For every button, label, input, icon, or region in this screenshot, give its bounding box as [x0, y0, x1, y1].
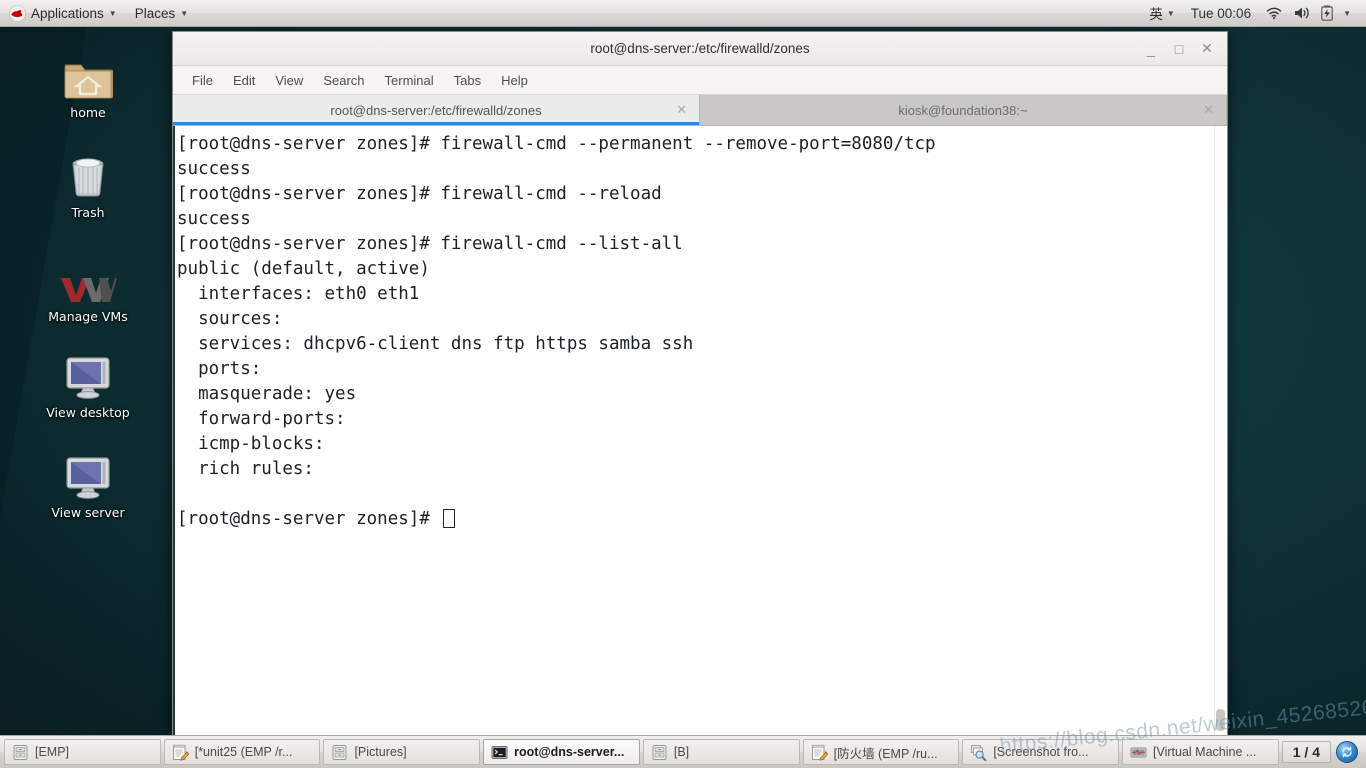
menu-help[interactable]: Help	[492, 70, 537, 91]
screenshot-icon	[970, 744, 987, 761]
chevron-down-icon[interactable]: ▼	[1340, 10, 1358, 18]
taskbar-item-virtual-machine[interactable]: [Virtual Machine ...	[1122, 739, 1279, 765]
places-menu-label: Places	[134, 5, 176, 21]
desktop-icon-manage-vms[interactable]: Manage VMs	[28, 252, 148, 324]
taskbar-item-unit25[interactable]: [*unit25 (EMP /r...	[163, 739, 321, 765]
desktop-icon-label: Manage VMs	[48, 309, 128, 324]
monitor-icon	[28, 448, 148, 500]
desktop-icon-view-server[interactable]: View server	[28, 448, 148, 520]
taskbar-item-emp[interactable]: [EMP]	[4, 739, 161, 765]
desktop-icon-trash[interactable]: Trash	[28, 148, 148, 220]
workspace-area: 1 / 4	[1281, 741, 1362, 763]
terminal-scrollbar[interactable]	[1214, 126, 1227, 735]
terminal-scrollbar-thumb[interactable]	[1216, 709, 1225, 731]
monitor-icon	[28, 348, 148, 400]
window-title: root@dns-server:/etc/firewalld/zones	[590, 41, 810, 56]
workspace-switcher-icon[interactable]	[1336, 741, 1358, 763]
window-controls: _ □ ✕	[1137, 32, 1227, 66]
redhat-menu-button[interactable]: Applications ▼	[0, 0, 126, 27]
vm-icon	[1130, 744, 1147, 761]
tab-root-dns-server[interactable]: root@dns-server:/etc/firewalld/zones ✕	[173, 95, 700, 125]
top-panel: Applications ▼ Places ▼ 英 ▼ Tue 00:06 ▼	[0, 0, 1366, 27]
desktop-icon-label: View desktop	[46, 405, 130, 420]
taskbar-item-label: [*unit25 (EMP /r...	[194, 745, 293, 759]
terminal-screen[interactable]: [root@dns-server zones]# firewall-cmd --…	[173, 126, 1227, 735]
terminal-output: [root@dns-server zones]# firewall-cmd --…	[177, 134, 936, 529]
minimize-button[interactable]: _	[1137, 32, 1165, 66]
tab-close-icon[interactable]: ✕	[676, 102, 687, 118]
maximize-button[interactable]: □	[1165, 32, 1193, 66]
tab-label: kiosk@foundation38:~	[898, 102, 1028, 118]
workspace-indicator[interactable]: 1 / 4	[1281, 741, 1331, 763]
archive-icon	[12, 744, 29, 761]
wifi-icon[interactable]	[1262, 6, 1286, 20]
tab-kiosk-foundation38[interactable]: kiosk@foundation38:~ ✕	[700, 95, 1227, 125]
trash-can-icon	[28, 148, 148, 200]
taskbar-item-label: [B]	[673, 745, 690, 759]
menu-tabs[interactable]: Tabs	[445, 70, 490, 91]
notepad-edit-icon	[172, 744, 189, 761]
desktop-icon-label: View server	[51, 505, 125, 520]
clock[interactable]: Tue 00:06	[1183, 6, 1259, 21]
volume-icon[interactable]	[1289, 6, 1314, 20]
taskbar-item-pictures[interactable]: [Pictures]	[323, 739, 481, 765]
taskbar-item-label: [Screenshot fro...	[993, 745, 1089, 759]
notepad-edit-icon	[811, 744, 828, 761]
input-method-label: 英	[1149, 7, 1163, 22]
vmware-logo-icon	[28, 252, 148, 304]
terminal-icon	[491, 744, 508, 761]
menu-search[interactable]: Search	[314, 70, 373, 91]
desktop-icon-home[interactable]: home	[28, 48, 148, 120]
archive-icon	[651, 744, 668, 761]
redhat-logo-icon	[9, 4, 26, 22]
chevron-down-icon: ▼	[1166, 9, 1175, 18]
archive-icon	[331, 744, 348, 761]
menu-bar: File Edit View Search Terminal Tabs Help	[173, 66, 1227, 95]
applications-menu-label: Applications	[31, 5, 104, 21]
battery-icon[interactable]	[1317, 5, 1337, 21]
taskbar-item-label: [Pictures]	[354, 745, 407, 759]
close-button[interactable]: ✕	[1193, 32, 1221, 66]
chevron-down-icon: ▼	[180, 9, 189, 18]
home-folder-icon	[28, 48, 148, 100]
system-tray: 英 ▼ Tue 00:06 ▼	[1144, 0, 1366, 27]
desktop-icon-label: home	[70, 105, 106, 120]
taskbar-item-label: root@dns-server...	[514, 745, 625, 759]
menu-view[interactable]: View	[266, 70, 312, 91]
taskbar-item-terminal[interactable]: root@dns-server...	[483, 739, 640, 765]
input-method-indicator[interactable]: 英 ▼	[1144, 0, 1179, 27]
places-menu-button[interactable]: Places ▼	[126, 0, 197, 27]
desktop-icon-view-desktop[interactable]: View desktop	[28, 348, 148, 420]
tab-label: root@dns-server:/etc/firewalld/zones	[330, 102, 542, 118]
desktop-icon-label: Trash	[71, 205, 105, 220]
menu-file[interactable]: File	[183, 70, 222, 91]
block-cursor	[443, 509, 456, 528]
taskbar-item-firewall[interactable]: [防火墙 (EMP /ru...	[802, 739, 960, 765]
terminal-window: root@dns-server:/etc/firewalld/zones _ □…	[172, 31, 1228, 736]
menu-edit[interactable]: Edit	[224, 70, 264, 91]
taskbar-item-b[interactable]: [B]	[642, 739, 800, 765]
window-title-bar[interactable]: root@dns-server:/etc/firewalld/zones _ □…	[173, 32, 1227, 66]
menu-terminal[interactable]: Terminal	[376, 70, 443, 91]
taskbar: [EMP] [*unit25 (EMP /r... [Pictures] roo…	[0, 735, 1366, 768]
taskbar-item-label: [防火墙 (EMP /ru...	[833, 746, 938, 761]
taskbar-item-label: [Virtual Machine ...	[1153, 745, 1257, 759]
tab-close-icon[interactable]: ✕	[1203, 102, 1214, 118]
taskbar-item-screenshot[interactable]: [Screenshot fro...	[962, 739, 1120, 765]
terminal-tab-bar: root@dns-server:/etc/firewalld/zones ✕ k…	[173, 95, 1227, 126]
taskbar-item-label: [EMP]	[35, 745, 70, 759]
chevron-down-icon: ▼	[108, 9, 117, 18]
